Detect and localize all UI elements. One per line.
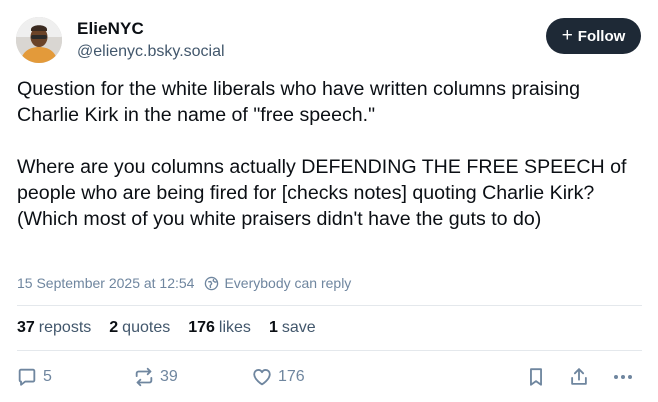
- reposts-stat[interactable]: 37 reposts: [17, 319, 91, 337]
- post-card: ElieNYC @elienyc.bsky.social + Follow Qu…: [0, 0, 658, 402]
- divider-bottom: [17, 350, 642, 351]
- repost-icon: [133, 366, 155, 388]
- plus-icon: +: [561, 24, 573, 46]
- more-icon: [611, 366, 635, 388]
- reply-icon: [16, 366, 38, 388]
- reposts-label: reposts: [38, 319, 92, 336]
- post-timestamp[interactable]: 15 September 2025 at 12:54: [17, 275, 194, 291]
- heart-icon: [251, 366, 273, 388]
- like-count: 176: [278, 368, 305, 385]
- quotes-count: 2: [109, 319, 119, 336]
- saves-stat: 1 save: [269, 319, 316, 337]
- share-button[interactable]: [568, 366, 590, 388]
- globe-icon: [204, 276, 219, 291]
- saves-count: 1: [268, 319, 278, 336]
- bookmark-icon: [525, 366, 547, 388]
- author-avatar[interactable]: [16, 17, 62, 63]
- author-handle[interactable]: @elienyc.bsky.social: [77, 43, 225, 61]
- likes-stat[interactable]: 176 likes: [188, 319, 251, 337]
- author-display-name[interactable]: ElieNYC: [77, 19, 144, 39]
- post-text: Question for the white liberals who have…: [17, 78, 627, 230]
- quotes-label: quotes: [122, 319, 171, 336]
- likes-label: likes: [218, 319, 251, 336]
- more-options-button[interactable]: [611, 366, 635, 388]
- follow-button[interactable]: + Follow: [546, 18, 641, 54]
- divider-top: [17, 305, 642, 306]
- post-meta: 15 September 2025 at 12:54 Everybody can…: [17, 275, 351, 291]
- reply-setting: Everybody can reply: [224, 275, 352, 291]
- follow-label: Follow: [577, 27, 626, 45]
- engagement-stats: 37 reposts 2 quotes 176 likes 1 save: [17, 319, 334, 337]
- repost-button[interactable]: 39: [133, 366, 178, 388]
- reply-button[interactable]: 5: [16, 366, 52, 388]
- reposts-count: 37: [17, 319, 35, 336]
- quotes-stat[interactable]: 2 quotes: [109, 319, 170, 337]
- reply-count: 5: [43, 368, 52, 385]
- bookmark-button[interactable]: [525, 366, 547, 388]
- share-icon: [568, 366, 590, 388]
- saves-label: save: [281, 319, 316, 336]
- like-button[interactable]: 176: [251, 366, 305, 388]
- likes-count: 176: [188, 319, 215, 336]
- avatar-image: [16, 17, 62, 63]
- repost-count: 39: [160, 368, 178, 385]
